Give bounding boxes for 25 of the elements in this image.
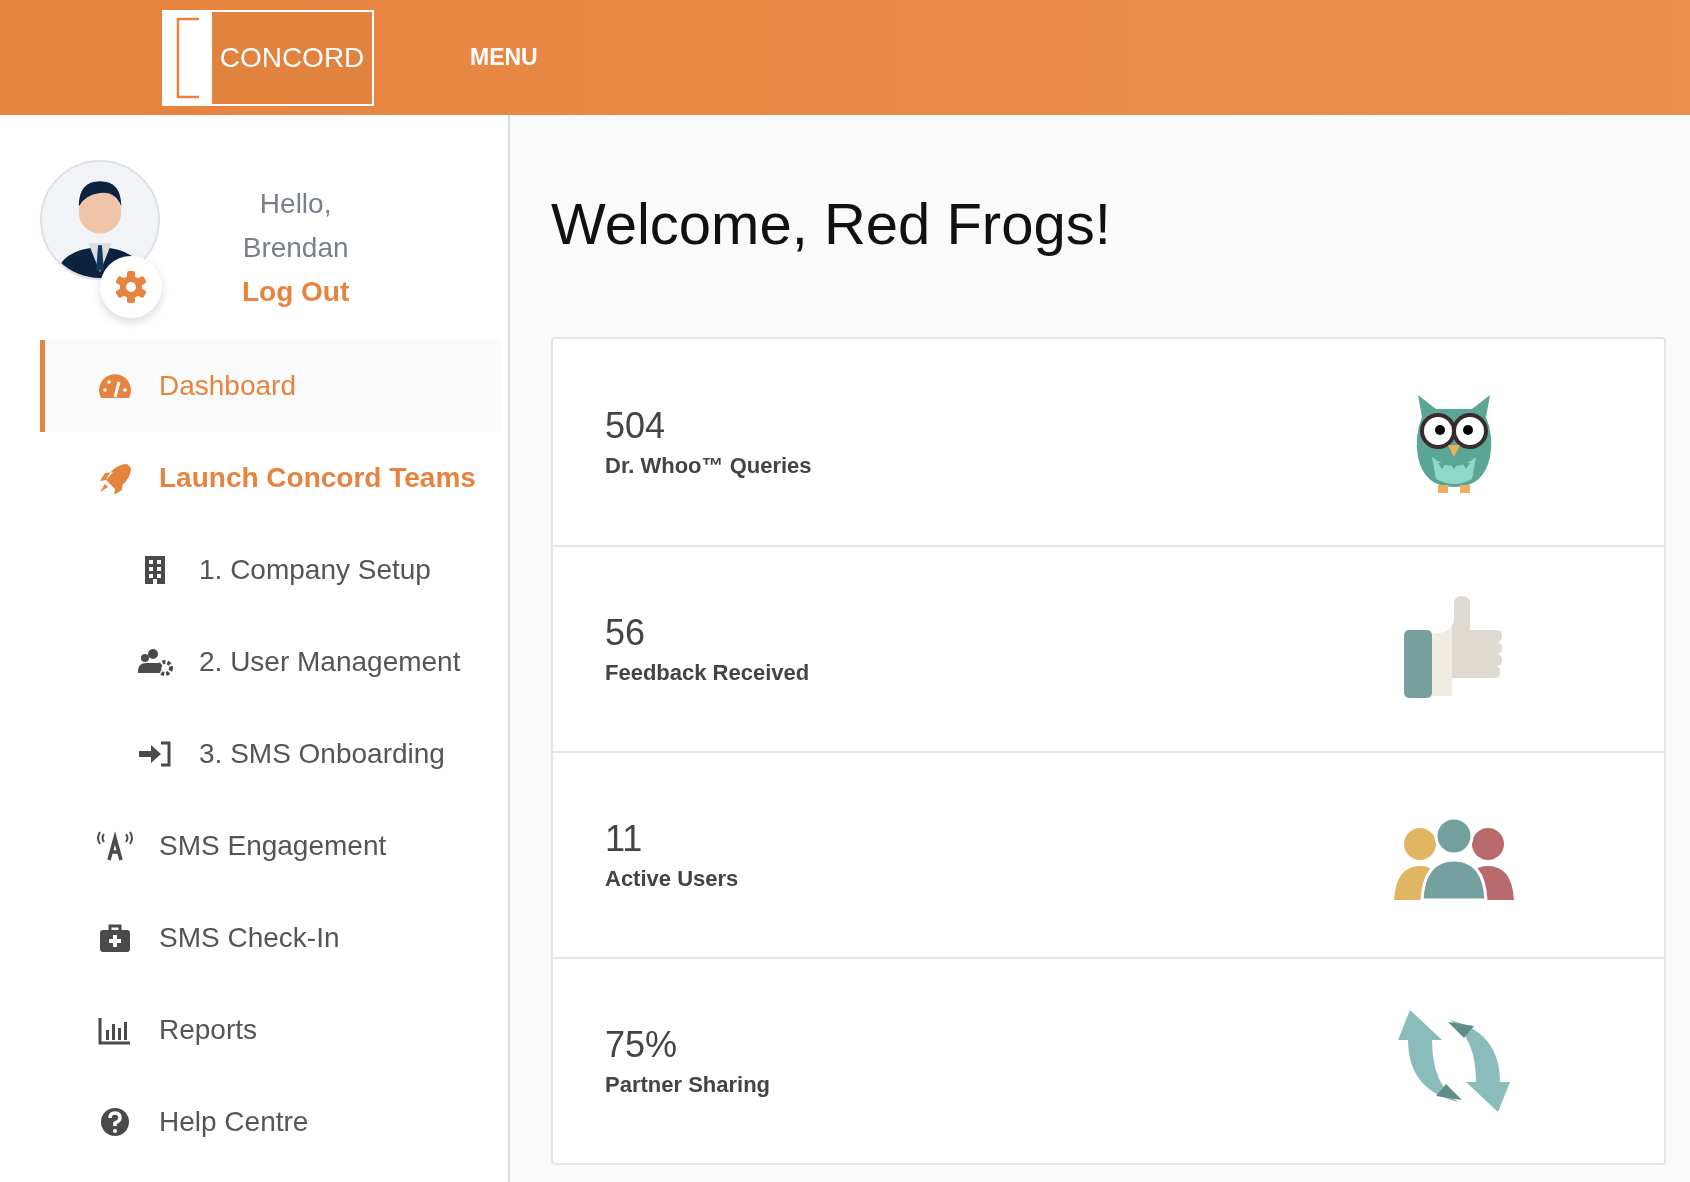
users-gear-icon: [137, 646, 173, 678]
greeting-text: Hello,: [259, 187, 332, 221]
antenna-icon: [97, 830, 133, 862]
medkit-icon: [97, 922, 133, 954]
nav-item[interactable]: Help Centre: [40, 1076, 502, 1168]
welcome-heading: Welcome, Red Frogs!: [551, 190, 1112, 257]
stat-label: Dr. Whoo™ Queries: [605, 453, 812, 479]
user-name: Brendan: [242, 231, 349, 265]
stat-value: 56: [605, 612, 647, 654]
nav-item[interactable]: SMS Check-In: [40, 892, 502, 984]
bracket-icon: [175, 16, 201, 99]
nav-item[interactable]: Reports: [40, 984, 502, 1076]
nav-item[interactable]: 2. User Management: [40, 616, 502, 708]
stat-value: 504: [605, 405, 667, 447]
stat-label: Feedback Received: [605, 660, 810, 686]
stat-label: Partner Sharing: [605, 1072, 771, 1098]
stat-label: Active Users: [605, 866, 739, 892]
stat-value: 11: [605, 818, 644, 860]
settings-icon: [113, 269, 149, 305]
rocket-icon: [97, 462, 133, 494]
stat-value: 75%: [605, 1024, 679, 1066]
nav-item[interactable]: 1. Company Setup: [40, 524, 502, 616]
nav-item[interactable]: 3. SMS Onboarding: [40, 708, 502, 800]
settings-button[interactable]: [100, 256, 162, 318]
nav-item[interactable]: SMS Engagement: [40, 800, 502, 892]
